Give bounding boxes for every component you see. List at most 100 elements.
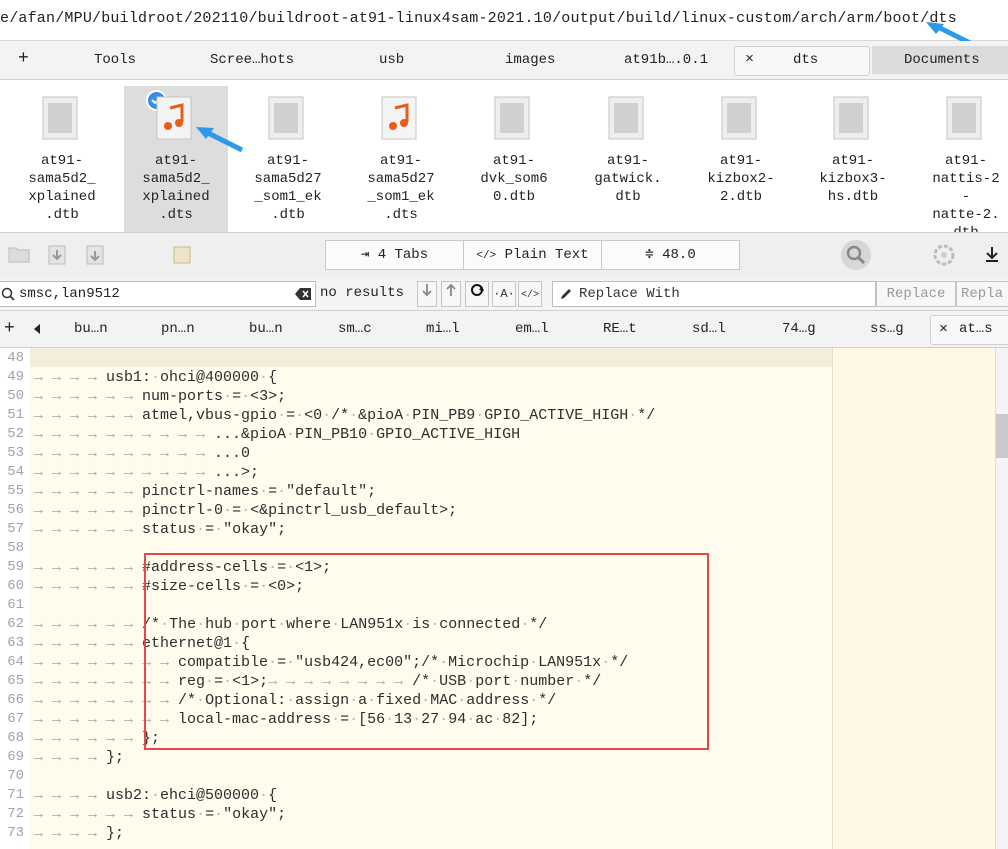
case-sensitive-icon: ·A· (493, 287, 515, 301)
replace-button[interactable]: Replace (876, 281, 956, 307)
file-tab[interactable]: pn…n (161, 321, 195, 337)
code-icon: </> (476, 250, 497, 262)
file-tab[interactable]: RE…t (603, 321, 637, 337)
file-tab-active[interactable]: × at…s (930, 315, 1008, 345)
tab-dts-label: dts (793, 52, 819, 68)
new-tab-button[interactable]: + (18, 49, 29, 69)
file-item[interactable]: at91- nattis-2 - natte-2. dtb (914, 86, 1008, 232)
new-file-tab-button[interactable]: + (4, 319, 15, 339)
line-number: 54 (7, 464, 24, 480)
gear-icon[interactable] (932, 243, 956, 267)
clear-icon[interactable] (295, 288, 311, 300)
file-name: at91- sama5d2_ xplained .dtb (28, 153, 96, 223)
line-number: 70 (7, 768, 24, 784)
code-line: → → → → → → → → → → ...&pioA·PIN_PB10·GP… (34, 426, 521, 443)
code-line: → → → → → → status·=·"okay"; (34, 521, 287, 538)
file-tab[interactable]: bu…n (249, 321, 283, 337)
binary-file-icon (946, 96, 982, 140)
file-tab[interactable]: sm…c (338, 321, 372, 337)
close-icon[interactable]: × (745, 51, 754, 68)
wrap-search-toggle[interactable] (465, 281, 489, 307)
export-icon[interactable] (984, 245, 1000, 263)
line-height-icon: ≑ (645, 247, 654, 263)
binary-file-icon (608, 96, 644, 140)
replace-all-button[interactable]: Repla (956, 281, 1008, 307)
folder-icon[interactable] (8, 245, 30, 263)
file-item[interactable]: at91- sama5d2_ xplained .dtb (10, 86, 114, 232)
prev-match-button[interactable] (441, 281, 461, 307)
file-item[interactable]: at91- sama5d27 _som1_ek .dtb (236, 86, 340, 232)
line-number: 58 (7, 540, 24, 556)
file-item-selected[interactable]: at91- sama5d2_ xplained .dts (124, 86, 228, 232)
download-icon[interactable] (48, 245, 66, 265)
line-number: 64 (7, 654, 24, 670)
line-number: 67 (7, 711, 24, 727)
tabs-setting-button[interactable]: ⇥ 4 Tabs (325, 240, 464, 270)
arrow-up-icon (446, 283, 456, 296)
file-item[interactable]: at91- kizbox2- 2.dtb (689, 86, 793, 232)
line-number: 49 (7, 369, 24, 385)
zoom-button[interactable]: ≑ 48.0 (601, 240, 740, 270)
tab-dts[interactable]: × dts (734, 46, 870, 76)
tab-documents[interactable]: Documents (872, 46, 1008, 74)
line-number: 53 (7, 445, 24, 461)
file-tab[interactable]: mi…l (426, 321, 460, 337)
line-number: 51 (7, 407, 24, 423)
scroll-left-icon[interactable] (32, 323, 42, 335)
file-tab[interactable]: em…l (515, 321, 549, 337)
line-number: 62 (7, 616, 24, 632)
file-name: at91- gatwick. dtb (594, 153, 662, 205)
code-editor[interactable]: 48 49 50 51 52 53 54 55 56 57 58 59 60 61 62 63 64 65 66 67… (0, 348, 1008, 849)
highlight-box (144, 553, 709, 750)
tag-icon[interactable] (172, 245, 192, 265)
right-margin-area (833, 348, 995, 849)
search-query: smsc,lan9512 (19, 286, 120, 302)
next-match-button[interactable] (417, 281, 437, 307)
binary-file-icon (494, 96, 530, 140)
regex-toggle[interactable]: </> (518, 281, 542, 307)
save-icon[interactable] (86, 245, 104, 265)
zoom-label: 48.0 (662, 247, 696, 263)
scrollbar-thumb[interactable] (996, 414, 1008, 458)
replace-placeholder: Replace With (579, 286, 680, 302)
path-bar[interactable]: e/afan/MPU/buildroot/202110/buildroot-at… (0, 0, 1008, 49)
file-item[interactable]: at91- sama5d27 _som1_ek .dts (349, 86, 453, 232)
line-number: 60 (7, 578, 24, 594)
file-tab[interactable]: bu…n (74, 321, 108, 337)
arrow-down-icon (422, 284, 432, 297)
tab-images[interactable]: images (505, 52, 555, 68)
tab-at91b[interactable]: at91b….0.1 (624, 52, 708, 68)
folder-tab-bar: + Tools Scree…hots usb images at91b….0.1… (0, 41, 1008, 80)
file-tab[interactable]: sd…l (692, 321, 726, 337)
code-line: → → → → → → pinctrl-names·=·"default"; (34, 483, 377, 500)
tab-screenshots[interactable]: Scree…hots (210, 52, 294, 68)
close-icon[interactable]: × (939, 321, 948, 338)
code-line: → → → → → → atmel,vbus-gpio·=·<0·/*·&pio… (34, 407, 656, 424)
code-line: → → → → usb1:·ohci@400000·{ (34, 369, 278, 386)
file-item[interactable]: at91- gatwick. dtb (576, 86, 680, 232)
file-item[interactable]: at91- dvk_som6 0.dtb (462, 86, 566, 232)
file-name: at91- sama5d2_ xplained .dts (142, 153, 210, 223)
file-item[interactable]: at91- kizbox3- hs.dtb (801, 86, 905, 232)
replace-input[interactable]: Replace With (552, 281, 876, 307)
file-tab[interactable]: 74…g (782, 321, 816, 337)
search-input[interactable]: smsc,lan9512 (0, 281, 316, 307)
path-text[interactable]: e/afan/MPU/buildroot/202110/buildroot-at… (0, 10, 957, 27)
line-number: 52 (7, 426, 24, 442)
syntax-mode-button[interactable]: </> Plain Text (463, 240, 602, 270)
tab-usb[interactable]: usb (379, 52, 404, 68)
code-line: → → → → usb2:·ehci@500000·{ (34, 787, 278, 804)
music-file-icon (156, 96, 192, 140)
line-number: 65 (7, 673, 24, 689)
find-bar: smsc,lan9512 no results ·A· </> Replace … (0, 277, 1008, 311)
line-number: 66 (7, 692, 24, 708)
file-tab[interactable]: ss…g (870, 321, 904, 337)
code-line: → → → → }; (34, 825, 125, 842)
search-icon[interactable] (840, 239, 872, 271)
code-line: → → → → → → → → → → ...>; (34, 464, 260, 481)
tab-tools[interactable]: Tools (94, 52, 136, 68)
code-line: → → → → → → num-ports·=·<3>; (34, 388, 287, 405)
case-sensitive-toggle[interactable]: ·A· (492, 281, 516, 307)
binary-file-icon (721, 96, 757, 140)
